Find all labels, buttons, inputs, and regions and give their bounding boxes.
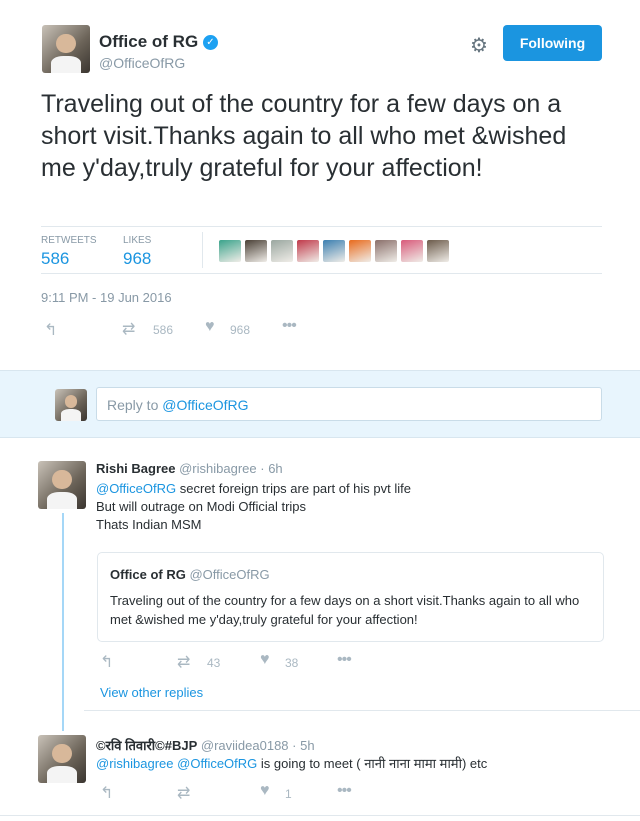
liker-avatars (219, 240, 449, 262)
liker-avatar[interactable] (297, 240, 319, 262)
likes-count[interactable]: 968 (123, 249, 151, 269)
reply1-mention[interactable]: @OfficeOfRG (96, 481, 176, 496)
quoted-handle: @OfficeOfRG (189, 567, 270, 582)
liker-avatar[interactable] (427, 240, 449, 262)
reply2-text-rest: is going to meet ( नानी नाना मामा मामी) … (257, 756, 488, 771)
reply1-line3: Thats Indian MSM (96, 517, 202, 532)
liker-avatar[interactable] (271, 240, 293, 262)
liker-avatar[interactable] (219, 240, 241, 262)
liker-avatar[interactable] (401, 240, 423, 262)
reply2-heart-icon[interactable]: ♥ (260, 782, 270, 800)
like-count: 968 (230, 323, 251, 337)
reply1-like-count: 38 (285, 656, 299, 670)
reply2-handle[interactable]: @raviidea0188 (201, 738, 289, 753)
view-other-replies-link[interactable]: View other replies (100, 685, 203, 700)
reply1-line1: @OfficeOfRG secret foreign trips are par… (96, 480, 411, 498)
author-avatar[interactable] (42, 25, 90, 73)
heart-icon[interactable]: ♥ (205, 318, 215, 336)
reply-mention: @OfficeOfRG (162, 397, 249, 413)
reply1-retweet-icon[interactable]: ⇄ (177, 652, 190, 672)
tweet-text: Traveling out of the country for a few d… (41, 90, 567, 182)
reply1-author[interactable]: Rishi Bagree (96, 461, 175, 476)
retweets-label: RETWEETS (41, 235, 97, 246)
reply2-avatar[interactable] (38, 735, 86, 783)
reply2-time[interactable]: · 5h (292, 738, 314, 753)
quoted-text: Traveling out of the country for a few d… (110, 593, 580, 627)
reply2-text: @rishibagree @OfficeOfRG is going to mee… (96, 754, 487, 772)
bottom-divider (0, 815, 640, 816)
reply1-reply-icon[interactable]: ↰ (100, 652, 113, 672)
stats-separator (202, 232, 203, 268)
liker-avatar[interactable] (245, 240, 267, 262)
reply1-divider (84, 710, 640, 711)
retweets-count[interactable]: 586 (41, 249, 69, 269)
reply2-retweet-icon[interactable]: ⇄ (177, 783, 190, 803)
reply1-line1-rest: secret foreign trips are part of his pvt… (176, 481, 411, 496)
reply1-line2: But will outrage on Modi Official trips (96, 499, 307, 514)
reply1-more-icon[interactable]: ••• (337, 651, 352, 669)
likes-label: LIKES (123, 235, 152, 246)
reply2-mention2[interactable]: @OfficeOfRG (177, 756, 257, 771)
reply-input-placeholder: Reply to @OfficeOfRG (107, 397, 249, 413)
liker-avatar[interactable] (349, 240, 371, 262)
quoted-header: Office of RG @OfficeOfRG (110, 567, 270, 582)
reply2-like-count: 1 (285, 787, 292, 801)
tweet-timestamp[interactable]: 9:11 PM - 19 Jun 2016 (41, 290, 172, 305)
reply2-reply-icon[interactable]: ↰ (100, 783, 113, 803)
following-button[interactable]: Following (503, 25, 602, 61)
reply2-more-icon[interactable]: ••• (337, 782, 352, 800)
reply-prefix: Reply to (107, 397, 163, 413)
gear-icon[interactable]: ⚙ (470, 33, 488, 58)
stats-top-divider (41, 226, 602, 227)
reply1-time[interactable]: · 6h (260, 461, 282, 476)
quoted-author: Office of RG (110, 567, 186, 582)
liker-avatar[interactable] (375, 240, 397, 262)
reply-icon[interactable]: ↰ (44, 320, 57, 340)
author-name-row: Office of RG ✓ (99, 32, 218, 52)
verified-badge-icon: ✓ (202, 35, 218, 51)
author-name[interactable]: Office of RG (99, 32, 198, 51)
retweet-count: 586 (153, 323, 174, 337)
current-user-avatar (55, 389, 87, 421)
author-handle[interactable]: @OfficeOfRG (99, 55, 185, 71)
reply2-mention1[interactable]: @rishibagree (96, 756, 174, 771)
stats-bottom-divider (41, 273, 602, 274)
reply1-heart-icon[interactable]: ♥ (260, 651, 270, 669)
reply2-header: ©रवि तिवारी©#BJP @raviidea0188 · 5h (96, 736, 315, 754)
reply1-handle[interactable]: @rishibagree (179, 461, 257, 476)
reply1-avatar[interactable] (38, 461, 86, 509)
reply2-author[interactable]: ©रवि तिवारी©#BJP (96, 738, 197, 753)
more-icon[interactable]: ••• (282, 317, 297, 335)
reply1-header: Rishi Bagree @rishibagree · 6h (96, 461, 283, 476)
retweet-icon[interactable]: ⇄ (122, 319, 135, 339)
reply1-text: @OfficeOfRG secret foreign trips are par… (96, 480, 411, 534)
reply1-thread-line (62, 513, 64, 731)
liker-avatar[interactable] (323, 240, 345, 262)
reply1-retweet-count: 43 (207, 656, 221, 670)
